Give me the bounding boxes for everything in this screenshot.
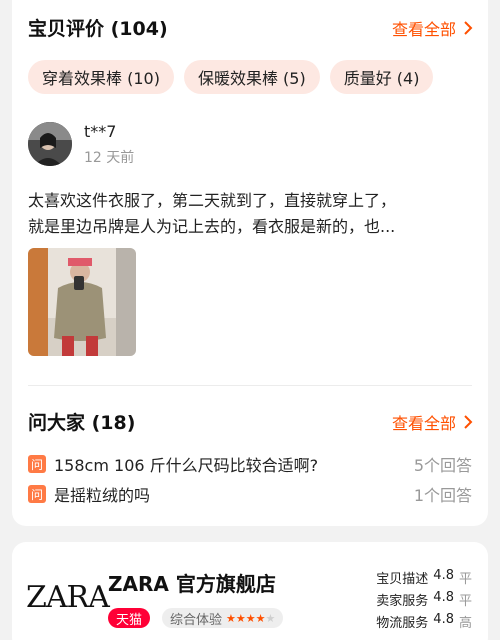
tmall-badge: 天猫 (108, 608, 151, 628)
review-tag[interactable]: 质量好 (4) (329, 60, 434, 94)
store-card[interactable]: ZARA ZARA 官方旗舰店 天猫 综合体验 ★★★★★ 宝贝描述 4.8 平… (12, 542, 488, 640)
chevron-right-icon (464, 20, 473, 35)
review-text-line: 太喜欢这件衣服了，第二天就到了，直接就穿上了， (28, 191, 397, 210)
review-tag[interactable]: 穿着效果棒 (10) (28, 60, 174, 94)
view-all-label: 查看全部 (391, 19, 456, 39)
review-tag[interactable]: 保暖效果棒 (5) (183, 60, 320, 94)
review-text[interactable]: 太喜欢这件衣服了，第二天就到了，直接就穿上了， 就是里边吊牌是人为记上去的，看衣… (28, 188, 474, 240)
star-icon: ★ (226, 611, 236, 625)
score-label: 卖家服务 (376, 594, 429, 609)
review-text-line: 就是里边吊牌是人为记上去的，看衣服是新的，也... (28, 217, 396, 236)
star-icon: ★ (235, 611, 246, 625)
score-value: 4.8 (433, 590, 454, 605)
qa-question: 是摇粒绒的吗 (54, 486, 151, 505)
store-score-row: 物流服务 4.8 高 (376, 612, 472, 631)
store-logo: ZARA (26, 580, 110, 615)
store-name: ZARA 官方旗舰店 (108, 572, 276, 596)
avatar[interactable] (28, 122, 72, 166)
reviews-view-all-link[interactable]: 查看全部 (392, 16, 474, 40)
qa-item[interactable]: 问 158cm 106 斤什么尺码比较合适啊? 5个回答 (28, 452, 472, 476)
score-value: 4.8 (433, 612, 454, 627)
qa-question: 158cm 106 斤什么尺码比较合适啊? (54, 456, 319, 475)
question-icon: 问 (28, 485, 46, 503)
overall-label: 综合体验 (170, 612, 223, 628)
reviews-title: 宝贝评价 (104) (28, 18, 168, 40)
view-all-label: 查看全部 (391, 413, 456, 433)
review-photo-image (28, 248, 136, 356)
overall-rating-badge: 综合体验 ★★★★★ (162, 608, 284, 628)
review-username: t**7 (84, 122, 117, 141)
qa-item[interactable]: 问 是摇粒绒的吗 1个回答 (28, 482, 472, 506)
chevron-right-icon (464, 414, 473, 429)
score-value: 4.8 (433, 568, 454, 583)
star-icon: ★ (245, 611, 256, 625)
store-score-row: 宝贝描述 4.8 平 (376, 568, 472, 587)
qa-title: 问大家 (18) (28, 412, 136, 434)
star-icon: ★ (265, 611, 276, 625)
score-label: 宝贝描述 (376, 572, 429, 587)
rating-stars: ★★★★★ (226, 612, 275, 625)
section-divider (28, 385, 472, 386)
score-level: 平 (458, 594, 472, 609)
review-tags: 穿着效果棒 (10) 保暖效果棒 (5) 质量好 (4) (28, 60, 434, 94)
question-icon: 问 (28, 455, 46, 473)
score-level: 平 (458, 572, 472, 587)
qa-header: 问大家 (18) 查看全部 (28, 408, 474, 435)
score-level: 高 (458, 616, 472, 631)
qa-view-all-link[interactable]: 查看全部 (392, 410, 474, 434)
score-label: 物流服务 (376, 616, 429, 631)
avatar-image (28, 122, 72, 166)
review-photo[interactable] (28, 248, 136, 356)
qa-answer-count: 1个回答 (413, 486, 472, 505)
store-score-row: 卖家服务 4.8 平 (376, 590, 472, 609)
reviews-card: 宝贝评价 (104) 查看全部 穿着效果棒 (10) 保暖效果棒 (5) 质量好… (12, 0, 488, 526)
star-icon: ★ (255, 611, 266, 625)
reviews-header: 宝贝评价 (104) 查看全部 (28, 14, 474, 41)
qa-answer-count: 5个回答 (413, 456, 472, 475)
review-time: 12 天前 (84, 150, 135, 166)
